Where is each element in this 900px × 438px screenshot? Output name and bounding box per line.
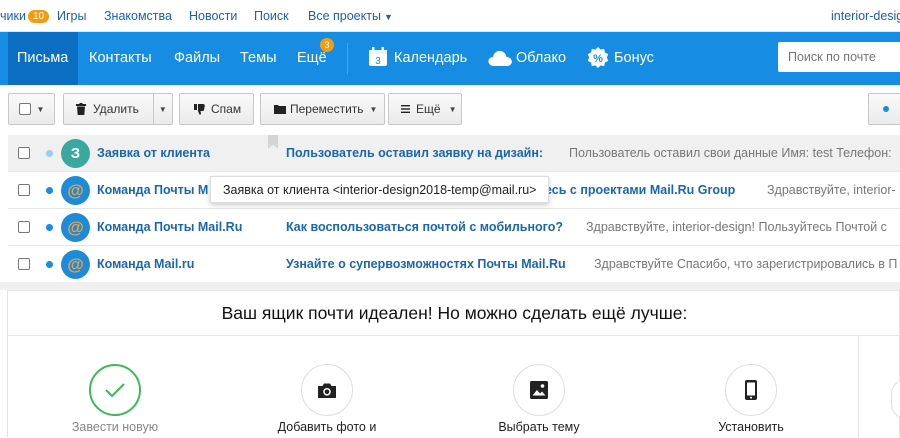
message-checkbox[interactable] — [18, 184, 30, 196]
chevron-down-icon: ▼ — [448, 104, 457, 114]
message-sender: Заявка от клиента — [97, 146, 210, 160]
check-icon — [105, 383, 125, 398]
read-status-dot[interactable] — [46, 150, 53, 157]
message-subject: Пользователь оставил заявку на дизайн: — [286, 146, 544, 160]
message-row[interactable]: З Заявка от клиента Пользователь оставил… — [8, 135, 900, 172]
message-sender: Команда Почты Mail.Ru — [97, 220, 243, 234]
tip-step-label: Добавить фото и — [277, 420, 377, 434]
nav-divider — [347, 43, 348, 74]
delete-button-label: Удалить — [93, 102, 139, 116]
phone-icon — [745, 380, 757, 400]
topbar-mail-link[interactable]: чики 10 — [0, 9, 50, 23]
divider — [858, 335, 859, 438]
topbar-all-projects-link[interactable]: Все проекты ▼ — [308, 9, 393, 23]
topbar-news-link[interactable]: Новости — [189, 9, 237, 23]
nav-tab-contacts[interactable]: Контакты — [89, 32, 152, 85]
button-divider — [152, 94, 154, 124]
main-nav: Письма Контакты Файлы Темы Ещё 3 Календа… — [0, 32, 900, 85]
sender-avatar: @ — [61, 176, 90, 205]
message-sender: Команда Mail.ru — [97, 257, 195, 271]
nav-tab-themes[interactable]: Темы — [240, 32, 277, 85]
bookmark-flag-icon[interactable] — [268, 135, 278, 149]
delete-options-chevron-icon[interactable]: ▼ — [159, 105, 167, 114]
divider — [8, 335, 900, 336]
message-row[interactable]: @ Команда Почты Mail.Ru Как воспользоват… — [8, 209, 900, 246]
sender-avatar: @ — [61, 250, 90, 279]
message-row[interactable]: @ Команда Mail.ru Узнайте о супервозможн… — [8, 246, 900, 283]
select-all-checkbox[interactable] — [18, 103, 31, 115]
trash-icon — [76, 103, 86, 115]
message-snippet: Здравствуйте Спасибо, что зарегистрирова… — [594, 257, 898, 271]
folder-icon — [274, 105, 286, 114]
message-snippet: Здравствуйте, interior- — [767, 183, 896, 197]
tip-step-label: Установить — [718, 420, 784, 434]
sender-avatar: З — [61, 139, 90, 168]
calendar-icon: 3 — [369, 47, 387, 67]
camera-icon — [318, 383, 336, 398]
mail-search-input[interactable] — [778, 42, 900, 72]
move-button[interactable]: Переместить ▼ — [260, 93, 385, 125]
svg-text:%: % — [593, 53, 603, 65]
cloud-icon — [488, 50, 512, 66]
portal-topbar: чики 10 Игры Знакомства Новости Поиск Все… — [0, 0, 900, 32]
message-subject: Как воспользоваться почтой с мобильного? — [286, 220, 563, 234]
tip-step-completed[interactable] — [89, 364, 141, 416]
message-snippet: Пользователь оставил свои данные Имя: te… — [569, 146, 892, 160]
chevron-down-icon: ▼ — [383, 12, 393, 22]
message-snippet: Здравствуйте, interior-design! Пользуйте… — [586, 220, 887, 234]
sender-tooltip: Заявка от клиента <interior-design2018-t… — [210, 176, 550, 203]
tip-step-add-photo[interactable] — [301, 364, 353, 416]
unread-status-dot[interactable] — [46, 261, 53, 268]
all-projects-label: Все проекты — [308, 9, 381, 23]
nav-tab-letters[interactable]: Письма — [8, 32, 78, 85]
unread-status-dot[interactable] — [46, 187, 53, 194]
topbar-dating-link[interactable]: Знакомства — [104, 9, 172, 23]
spam-button[interactable]: Спам — [179, 93, 254, 125]
select-all-dropdown[interactable]: ▼ — [8, 93, 55, 125]
message-checkbox[interactable] — [18, 221, 30, 233]
message-sender: Команда Почты M — [97, 183, 209, 197]
tip-step-next[interactable] — [891, 379, 900, 419]
topbar-user-link[interactable]: interior-design — [831, 9, 900, 23]
more-actions-label: Ещё — [416, 102, 441, 116]
thumbs-down-icon — [194, 103, 205, 115]
section-gap — [0, 282, 900, 290]
more-actions-button[interactable]: Ещё ▼ — [388, 93, 462, 125]
tip-step-label: Завести новую — [71, 420, 159, 434]
topbar-search-link[interactable]: Поиск — [254, 9, 289, 23]
topbar-games-link[interactable]: Игры — [57, 9, 86, 23]
tip-step-choose-theme[interactable] — [513, 364, 565, 416]
nav-tab-files[interactable]: Файлы — [174, 32, 220, 85]
more-notification-badge: 3 — [320, 38, 334, 52]
chevron-down-icon: ▼ — [369, 104, 378, 114]
calendar-day: 3 — [375, 56, 381, 67]
message-checkbox[interactable] — [18, 258, 30, 270]
unread-status-dot[interactable] — [46, 224, 53, 231]
image-icon — [530, 381, 548, 399]
spam-button-label: Спам — [211, 102, 242, 116]
delete-button[interactable]: Удалить ▼ — [63, 93, 173, 125]
message-subject: Узнайте о супервозможностях Почты Mail.R… — [286, 257, 566, 271]
sender-avatar: @ — [61, 213, 90, 242]
mail-link-label: чики — [0, 9, 26, 23]
chevron-down-icon: ▼ — [36, 104, 45, 114]
view-dot-icon — [883, 106, 889, 112]
tip-step-install-app[interactable] — [725, 364, 777, 416]
message-checkbox[interactable] — [18, 147, 30, 159]
menu-lines-icon — [401, 105, 410, 113]
tip-step-label: Выбрать тему — [498, 420, 580, 434]
move-button-label: Переместить — [290, 102, 364, 116]
message-subject: есь с проектами Mail.Ru Group — [545, 183, 736, 197]
nav-bonus[interactable]: Бонус — [614, 32, 654, 85]
tips-title: Ваш ящик почти идеален! Но можно сделать… — [221, 303, 688, 323]
view-toggle-button[interactable] — [868, 93, 900, 125]
nav-calendar[interactable]: Календарь — [394, 32, 467, 85]
bonus-percent-icon: % — [587, 47, 609, 68]
nav-cloud[interactable]: Облако — [516, 32, 566, 85]
unread-count-badge: 10 — [27, 10, 50, 23]
mailbox-tips-panel: Ваш ящик почти идеален! Но можно сделать… — [7, 290, 900, 438]
